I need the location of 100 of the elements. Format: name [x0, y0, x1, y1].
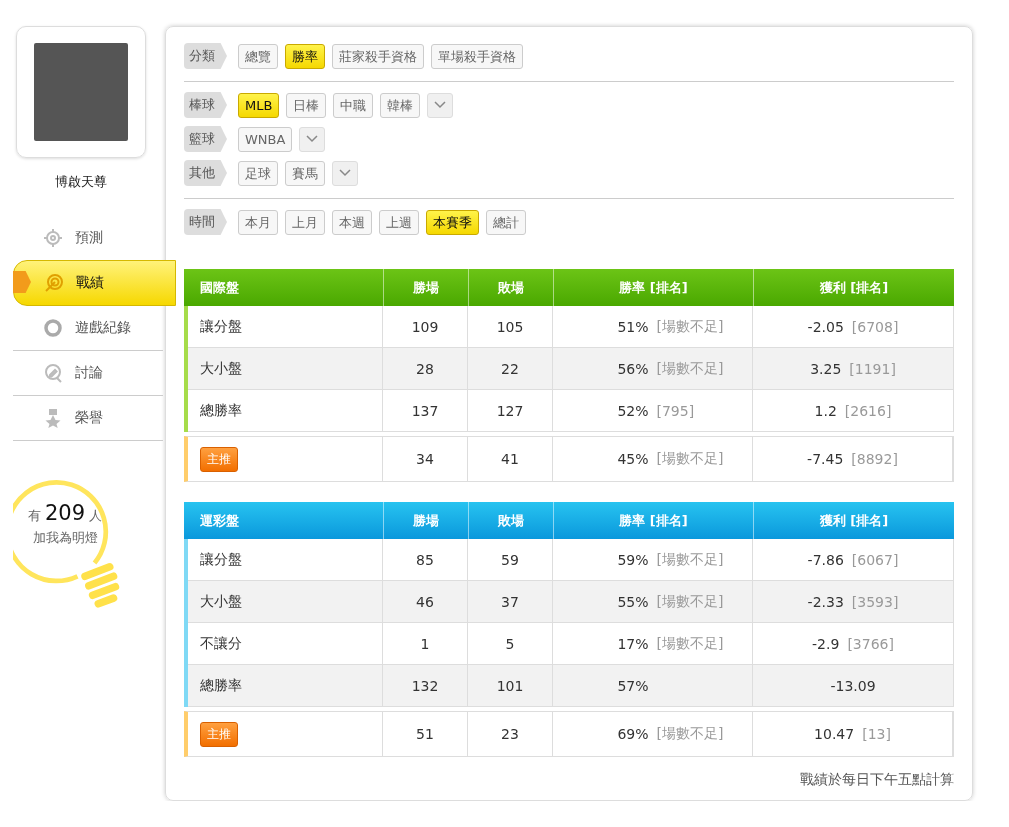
table-cell: 不讓分: [188, 623, 383, 664]
table-cell: -2.05: [807, 318, 844, 335]
filter-option[interactable]: 莊家殺手資格: [332, 43, 424, 69]
table-cell: 1.2: [814, 402, 837, 419]
followers-caption: 加我為明燈: [31, 529, 99, 547]
chevron-down-icon: [339, 169, 351, 177]
filter-option[interactable]: 本月: [238, 209, 278, 235]
filter-option[interactable]: WNBA: [238, 126, 293, 152]
rank-text: [6708]: [851, 318, 899, 335]
table-cell: 46: [383, 581, 468, 622]
rank-text: [13]: [862, 726, 891, 742]
filter-label: 籃球: [184, 126, 227, 152]
filter-label: 其他: [184, 160, 227, 186]
table-cell: 59: [468, 539, 553, 580]
filter-option[interactable]: 總覽: [238, 43, 278, 69]
table-cell: 28: [383, 348, 468, 389]
nav-item[interactable]: 預測: [13, 216, 163, 260]
table-cell: -2.33: [807, 593, 844, 610]
nav-item[interactable]: 榮譽: [13, 396, 163, 441]
table-cell: 57%: [617, 677, 649, 694]
table-cell: 55%: [617, 593, 649, 610]
featured-badge: 主推: [200, 721, 238, 747]
chevron-down-icon: [306, 135, 319, 143]
table-cell: 大小盤: [188, 581, 383, 622]
filter-option[interactable]: 中職: [333, 92, 374, 118]
rank-text: [3593]: [851, 593, 899, 610]
table-cell: 17%: [617, 635, 649, 652]
table-cell: 23: [468, 712, 553, 756]
table-cell: 37: [468, 581, 553, 622]
rank-text: [6067]: [851, 551, 899, 568]
table-cell: 讓分盤: [188, 306, 383, 347]
table-cell: 5: [468, 623, 553, 664]
chevron-down-icon: [434, 101, 447, 109]
table-cell: 105: [468, 306, 553, 347]
dropdown-button[interactable]: [332, 160, 358, 186]
nav-item[interactable]: 討論: [13, 351, 163, 396]
table-cell: 41: [468, 437, 553, 481]
dropdown-button[interactable]: [427, 92, 454, 118]
nav-item[interactable]: 遊戲紀錄: [13, 306, 163, 351]
nav-item[interactable]: 戰績: [13, 260, 176, 306]
table-cell: -7.45: [807, 451, 844, 467]
filter-option[interactable]: 本賽季: [426, 209, 479, 235]
rank-text: [場數不足]: [656, 592, 724, 611]
filter-label: 時間: [184, 209, 227, 235]
rank-text: [場數不足]: [656, 450, 724, 468]
filter-option[interactable]: 賽馬: [285, 160, 325, 186]
followers-suffix: 人: [89, 508, 103, 523]
rank-text: [場數不足]: [656, 550, 724, 569]
filter-option[interactable]: 本週: [332, 209, 372, 235]
table-cell: -7.86: [807, 551, 844, 568]
rank-text: [場數不足]: [656, 725, 724, 743]
filter-option[interactable]: 韓棒: [380, 92, 421, 118]
table-cell: 1: [383, 623, 468, 664]
rank-text: [場數不足]: [656, 359, 724, 378]
table-cell: 3.25: [810, 360, 842, 377]
followers-count: 209: [44, 501, 86, 525]
dropdown-button[interactable]: [299, 126, 326, 152]
rank-text: [3766]: [847, 635, 894, 652]
filter-option[interactable]: 上週: [379, 209, 419, 235]
featured-badge: 主推: [200, 446, 238, 472]
table-cell: 52%: [617, 402, 649, 419]
table-cell: 34: [383, 437, 468, 481]
filter-label: 棒球: [184, 92, 227, 118]
table-cell: 132: [383, 665, 468, 706]
table-cell: -2.9: [812, 635, 840, 652]
filter-option[interactable]: 日棒: [286, 92, 327, 118]
rank-text: [2616]: [844, 402, 892, 419]
table-cell: 137: [383, 390, 468, 431]
filter-option[interactable]: 勝率: [285, 43, 325, 69]
table-cell: 22: [468, 348, 553, 389]
table-cell: 總勝率: [188, 390, 383, 431]
table-cell: 51%: [617, 318, 649, 335]
table-cell: 127: [468, 390, 553, 431]
footnote: 戰績於每日下午五點計算: [799, 771, 954, 789]
table-cell: 大小盤: [188, 348, 383, 389]
followers-prefix: 有: [27, 508, 41, 523]
table-cell: 59%: [617, 551, 649, 568]
filter-option[interactable]: MLB: [238, 92, 280, 118]
column-header: 運彩盤: [199, 511, 240, 530]
rank-text: [場數不足]: [656, 634, 724, 653]
table-cell: 101: [468, 665, 553, 706]
filter-option[interactable]: 總計: [486, 209, 526, 235]
filter-option[interactable]: 足球: [238, 160, 278, 186]
filter-option[interactable]: 單場殺手資格: [431, 43, 523, 69]
rank-text: [場數不足]: [656, 317, 724, 336]
rank-text: [8892]: [851, 451, 898, 467]
column-header: 國際盤: [199, 278, 240, 297]
table-cell: 讓分盤: [188, 539, 383, 580]
table-cell: 69%: [617, 726, 649, 742]
filter-option[interactable]: 上月: [285, 209, 325, 235]
table-cell: 45%: [617, 451, 649, 467]
table-cell: 85: [383, 539, 468, 580]
table-cell: 10.47: [814, 726, 855, 742]
profile-name: 博啟天尊: [54, 173, 108, 191]
table-cell: 51: [383, 712, 468, 756]
rank-text: [1191]: [849, 360, 896, 377]
filter-label: 分類: [184, 43, 227, 69]
table-cell: 56%: [617, 360, 649, 377]
table-cell: -13.09: [830, 677, 876, 694]
table-cell: 總勝率: [188, 665, 383, 706]
